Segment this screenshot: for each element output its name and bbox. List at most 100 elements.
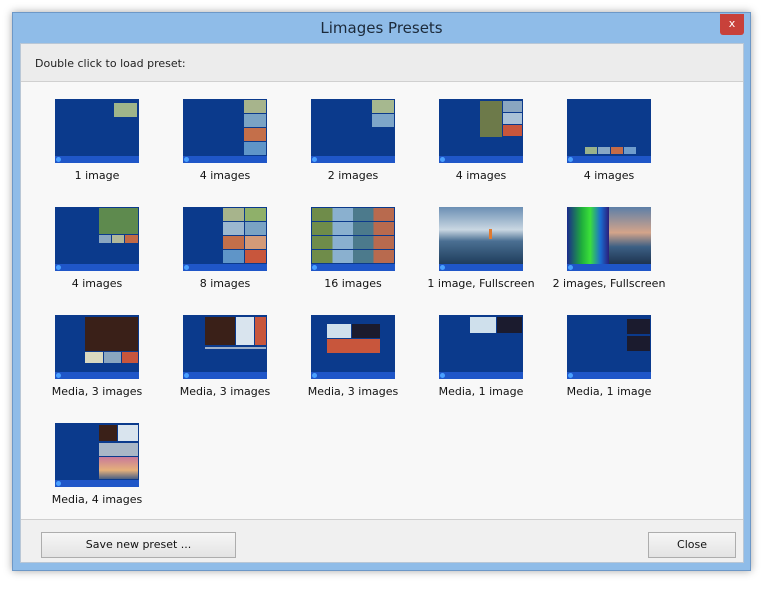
photo-placeholder — [372, 114, 394, 127]
photo-placeholder — [611, 147, 623, 154]
preset-thumbnail[interactable] — [183, 315, 267, 379]
media-dot-icon — [56, 373, 61, 378]
preset-item[interactable]: 1 image, Fullscreen — [421, 207, 541, 290]
preset-thumbnail[interactable] — [311, 315, 395, 379]
photo-placeholder — [470, 317, 496, 333]
photo-placeholder — [122, 352, 138, 363]
preset-thumbnail[interactable] — [439, 99, 523, 163]
photo-placeholder — [245, 250, 266, 263]
photo-placeholder — [112, 235, 124, 243]
photo-placeholder — [503, 113, 522, 124]
presets-window: Limages Presets x Double click to load p… — [12, 12, 751, 571]
photo-placeholder — [503, 125, 522, 136]
preset-thumbnail[interactable] — [567, 99, 651, 163]
grid-divider — [312, 249, 394, 250]
photo-placeholder — [118, 425, 138, 441]
preset-strip — [55, 264, 139, 271]
media-dot-icon — [440, 373, 445, 378]
media-dot-icon — [440, 157, 445, 162]
preset-item[interactable]: 8 images — [165, 207, 285, 290]
media-dot-icon — [568, 265, 573, 270]
preset-label: 8 images — [199, 277, 251, 290]
preset-item[interactable]: 2 images — [293, 99, 413, 182]
photo-placeholder — [244, 100, 266, 113]
preset-item[interactable]: 2 images, Fullscreen — [549, 207, 669, 290]
photo-placeholder — [503, 101, 522, 112]
preset-label: 2 images — [327, 169, 379, 182]
photo-placeholder — [439, 207, 523, 264]
save-preset-button[interactable]: Save new preset ... — [41, 532, 236, 558]
photo-placeholder — [85, 317, 138, 351]
preset-item[interactable]: 1 image — [37, 99, 157, 182]
media-dot-icon — [440, 265, 445, 270]
photo-placeholder — [245, 208, 266, 221]
preset-thumbnail[interactable] — [567, 315, 651, 379]
photo-placeholder — [99, 208, 138, 234]
photo-placeholder — [327, 339, 380, 353]
preset-label: Media, 3 images — [179, 385, 271, 398]
presets-grid: 1 image 4 images 2 images 4 images 4 ima… — [21, 82, 743, 520]
photo-placeholder — [125, 235, 138, 243]
preset-thumbnail[interactable] — [183, 99, 267, 163]
preset-item[interactable]: 4 images — [421, 99, 541, 182]
photo-placeholder — [244, 114, 266, 127]
preset-label: 4 images — [583, 169, 635, 182]
preset-thumbnail[interactable] — [439, 315, 523, 379]
photo-placeholder — [489, 229, 492, 239]
preset-item[interactable]: Media, 3 images — [165, 315, 285, 398]
preset-label: 4 images — [71, 277, 123, 290]
preset-thumbnail[interactable] — [183, 207, 267, 271]
media-dot-icon — [56, 265, 61, 270]
photo-placeholder — [567, 207, 609, 264]
window-close-icon[interactable]: x — [720, 14, 744, 35]
preset-thumbnail[interactable] — [311, 99, 395, 163]
preset-label: Media, 1 image — [566, 385, 652, 398]
media-dot-icon — [184, 373, 189, 378]
preset-thumbnail[interactable] — [55, 315, 139, 379]
preset-thumbnail[interactable] — [311, 207, 395, 271]
close-button[interactable]: Close — [648, 532, 736, 558]
preset-item[interactable]: 16 images — [293, 207, 413, 290]
photo-placeholder — [627, 336, 650, 351]
media-dot-icon — [568, 157, 573, 162]
preset-item[interactable]: Media, 1 image — [421, 315, 541, 398]
preset-strip — [567, 372, 651, 379]
title-bar[interactable]: Limages Presets x — [13, 13, 750, 43]
photo-placeholder — [372, 100, 394, 113]
photo-placeholder — [99, 425, 117, 441]
photo-placeholder — [624, 147, 636, 154]
photo-placeholder — [223, 208, 244, 221]
window-title: Limages Presets — [320, 19, 443, 37]
photo-placeholder — [99, 443, 138, 456]
preset-strip — [183, 156, 267, 163]
preset-item[interactable]: Media, 4 images — [37, 423, 157, 506]
preset-label: 1 image — [74, 169, 120, 182]
preset-strip — [439, 264, 523, 271]
preset-thumbnail[interactable] — [55, 423, 139, 487]
grid-divider — [312, 235, 394, 236]
preset-thumbnail[interactable] — [55, 207, 139, 271]
preset-item[interactable]: 4 images — [165, 99, 285, 182]
photo-placeholder — [85, 352, 103, 363]
photo-placeholder — [104, 352, 121, 363]
preset-thumbnail[interactable] — [567, 207, 651, 271]
photo-placeholder — [497, 317, 522, 333]
preset-strip — [55, 480, 139, 487]
hint-text: Double click to load preset: — [35, 57, 186, 70]
preset-strip — [567, 264, 651, 271]
photo-placeholder — [223, 236, 244, 249]
photo-placeholder — [609, 207, 651, 264]
preset-thumbnail[interactable] — [439, 207, 523, 271]
media-dot-icon — [312, 157, 317, 162]
hint-bar: Double click to load preset: — [21, 44, 743, 82]
preset-thumbnail[interactable] — [55, 99, 139, 163]
photo-placeholder — [255, 317, 266, 345]
photo-placeholder — [114, 103, 137, 117]
preset-item[interactable]: Media, 3 images — [37, 315, 157, 398]
preset-label: 4 images — [455, 169, 507, 182]
preset-item[interactable]: Media, 3 images — [293, 315, 413, 398]
preset-item[interactable]: 4 images — [549, 99, 669, 182]
photo-placeholder — [205, 317, 235, 345]
preset-item[interactable]: Media, 1 image — [549, 315, 669, 398]
preset-item[interactable]: 4 images — [37, 207, 157, 290]
